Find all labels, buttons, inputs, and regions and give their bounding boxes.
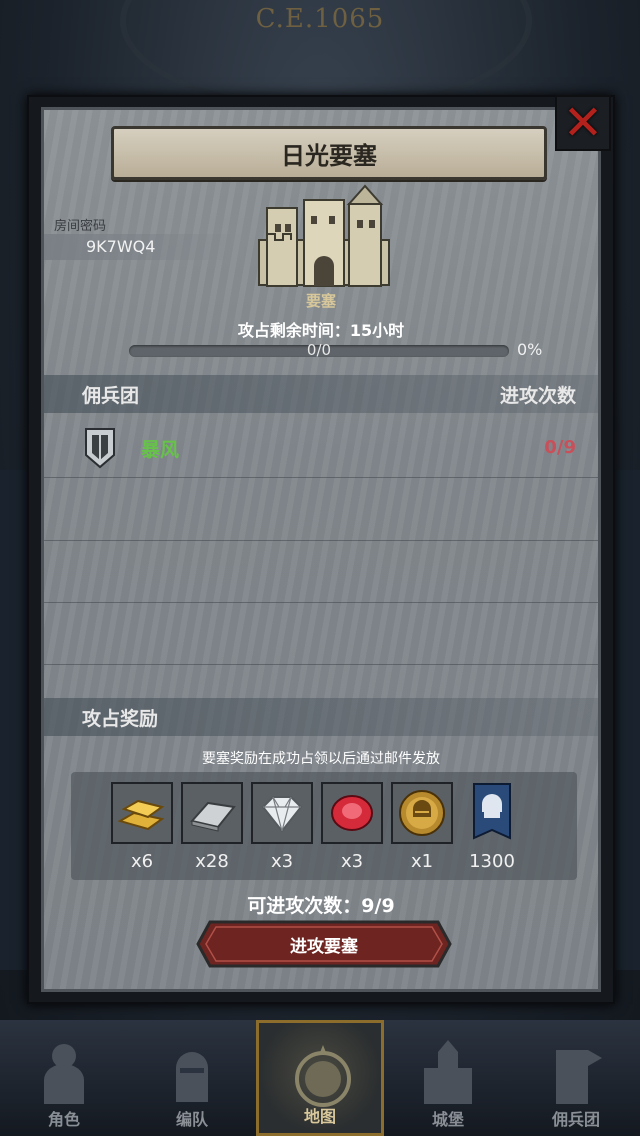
room-password-label: 房间密码 xyxy=(54,219,107,234)
occupation-progress-bar: 0/0 xyxy=(129,341,509,359)
reward-item[interactable]: x3 xyxy=(251,782,313,872)
right-edge-panel xyxy=(612,470,640,970)
mercenary-row[interactable]: 暴风 0/9 xyxy=(44,415,598,478)
modal-body: 日光要塞 房间密码 9K7WQ4 要塞 攻占剩余时间：15小时 0/0 0% 佣… xyxy=(41,107,601,992)
iron-ingot-icon xyxy=(181,782,243,844)
ruby-icon xyxy=(321,782,383,844)
close-button[interactable]: ✕ xyxy=(555,95,611,151)
reward-item[interactable]: x6 xyxy=(111,782,173,872)
close-x-icon: ✕ xyxy=(562,95,604,151)
knight-medal-icon xyxy=(391,782,453,844)
reward-qty: x28 xyxy=(195,851,229,872)
reward-qty: x3 xyxy=(270,851,294,872)
castle-icon xyxy=(424,1040,472,1104)
nav-label: 角色 xyxy=(47,1110,80,1129)
nav-castle[interactable]: 城堡 xyxy=(384,1020,512,1136)
reward-header-label: 攻占奖励 xyxy=(82,708,159,730)
left-edge-panel xyxy=(0,470,28,970)
remaining-time: 攻占剩余时间：15小时 xyxy=(237,321,405,340)
reward-note: 要塞奖励在成功占领以后通过邮件发放 xyxy=(202,751,440,767)
progress-percent: 0% xyxy=(517,340,543,359)
nav-label: 编队 xyxy=(175,1110,208,1129)
attack-count: 0/9 xyxy=(544,437,576,458)
attack-count-header: 进攻次数 xyxy=(499,385,576,407)
era-label: C.E.1065 xyxy=(255,4,385,34)
available-attacks: 可进攻次数：9/9 xyxy=(247,895,395,917)
reward-qty: x1 xyxy=(410,851,434,872)
mercenary-icon xyxy=(556,1050,602,1104)
mercenary-name: 暴风 xyxy=(141,439,180,461)
modal-title: 日光要塞 xyxy=(281,141,377,170)
nav-character[interactable]: 角色 xyxy=(0,1020,128,1136)
gold-bar-icon xyxy=(111,782,173,844)
reward-item[interactable]: x28 xyxy=(181,782,243,872)
nav-mercenary[interactable]: 佣兵团 xyxy=(512,1020,640,1136)
progress-text: 0/0 xyxy=(306,341,332,359)
nav-map[interactable]: 地图 xyxy=(256,1020,384,1136)
room-password-value: 9K7WQ4 xyxy=(44,234,244,260)
reward-item[interactable]: x1 xyxy=(391,782,453,872)
reward-qty: x3 xyxy=(340,851,364,872)
reward-item[interactable]: 1300 xyxy=(461,782,523,872)
nav-label: 城堡 xyxy=(431,1110,464,1129)
fortress-type-label: 要塞 xyxy=(305,292,336,310)
mercenary-header-label: 佣兵团 xyxy=(82,385,140,407)
title-banner: 日光要塞 xyxy=(111,126,547,180)
reward-item[interactable]: x3 xyxy=(321,782,383,872)
empty-row xyxy=(44,540,598,603)
reward-qty: 1300 xyxy=(469,851,515,872)
nav-formation[interactable]: 编队 xyxy=(128,1020,256,1136)
empty-row xyxy=(44,602,598,665)
fortress-castle-icon xyxy=(258,184,390,287)
nav-label: 地图 xyxy=(303,1107,336,1126)
attack-fortress-label: 进攻要塞 xyxy=(290,936,358,957)
reward-list: x6 x28 x3 x3 x1 1300 xyxy=(71,772,577,880)
map-icon xyxy=(295,1045,351,1107)
empty-row xyxy=(44,478,598,541)
shield-icon xyxy=(85,428,115,469)
banner-icon xyxy=(461,782,523,844)
reward-header: 攻占奖励 xyxy=(44,698,598,736)
attack-fortress-button[interactable]: 进攻要塞 xyxy=(196,920,452,968)
formation-icon xyxy=(176,1052,208,1102)
mercenary-header: 佣兵团 进攻次数 xyxy=(44,375,598,413)
reward-qty: x6 xyxy=(130,851,154,872)
diamond-icon xyxy=(251,782,313,844)
nav-label: 佣兵团 xyxy=(551,1110,600,1129)
bottom-nav: 角色 编队 地图 城堡 佣兵团 xyxy=(0,1020,640,1136)
character-icon xyxy=(44,1044,84,1104)
fortress-modal: 日光要塞 房间密码 9K7WQ4 要塞 攻占剩余时间：15小时 0/0 0% 佣… xyxy=(27,95,615,1004)
